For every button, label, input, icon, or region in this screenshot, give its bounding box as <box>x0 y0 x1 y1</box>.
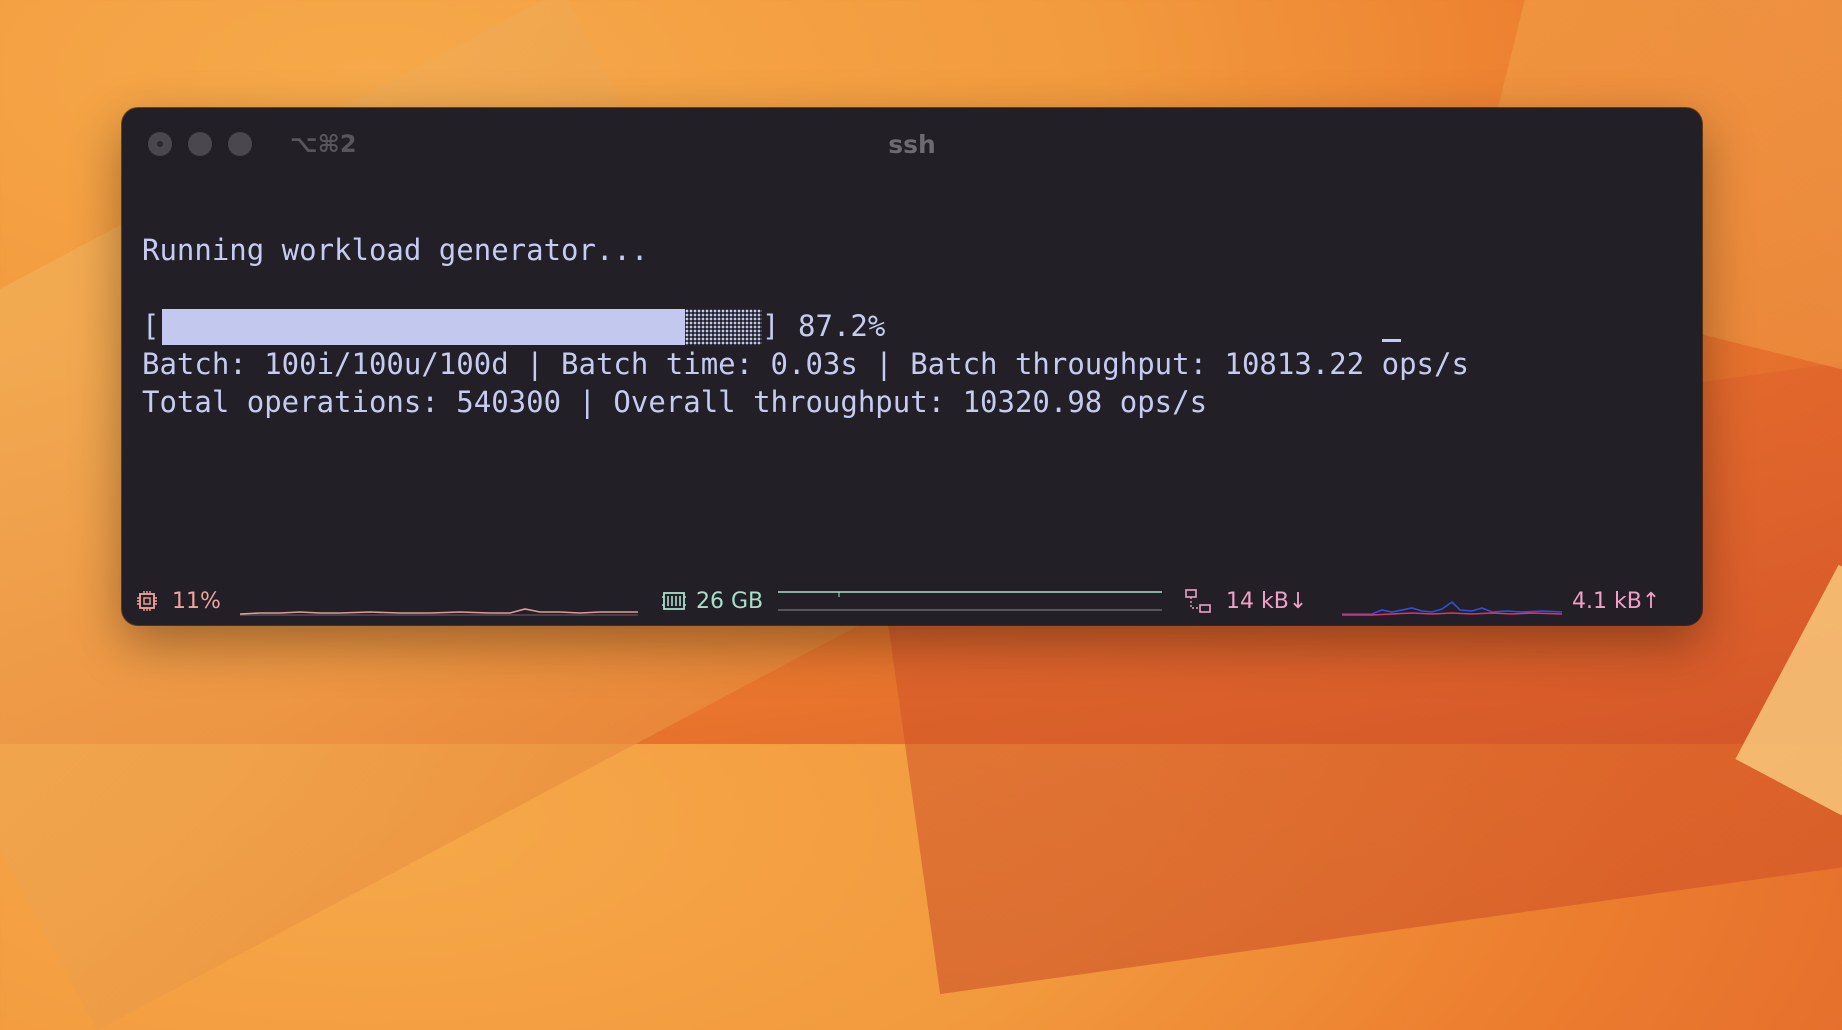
output-line: Running workload generator... <box>142 233 649 267</box>
progress-bracket-close: ] <box>762 309 780 343</box>
progress-bar-remaining <box>685 309 762 345</box>
cpu-usage-value: 11% <box>172 589 221 614</box>
output-line: Total operations: 540300 | Overall throu… <box>142 385 1208 419</box>
memory-usage-value: 26 GB <box>696 589 764 614</box>
terminal-output[interactable]: Running workload generator... [ ] 87.2% … <box>142 108 1469 419</box>
text-cursor <box>1382 339 1401 342</box>
network-icon <box>1185 589 1211 613</box>
progress-indicator: [ ] 87.2% <box>142 307 885 345</box>
progress-percent: 87.2% <box>798 309 886 343</box>
terminal-window[interactable]: ⌥⌘2 ssh Running workload generator... [ … <box>122 108 1702 625</box>
title-bar[interactable]: ⌥⌘2 ssh <box>122 108 1702 166</box>
progress-bracket-open: [ <box>142 309 160 343</box>
window-title: ssh <box>888 130 936 159</box>
network-upload-value: 4.1 kB↑ <box>1572 589 1661 614</box>
memory-usage-graph <box>778 591 1162 611</box>
progress-bar-fill <box>162 309 685 345</box>
output-line: Batch: 100i/100u/100d | Batch time: 0.03… <box>142 347 1469 381</box>
progress-bar <box>162 309 762 345</box>
network-download-value: 14 kB↓ <box>1226 589 1308 614</box>
cpu-icon <box>137 591 157 611</box>
status-bar: 11% 26 GB 14 kB↓ 4.1 kB↑ <box>122 582 1702 622</box>
memory-icon <box>662 592 686 610</box>
network-traffic-graph <box>1342 600 1562 616</box>
cpu-usage-graph <box>240 608 638 616</box>
